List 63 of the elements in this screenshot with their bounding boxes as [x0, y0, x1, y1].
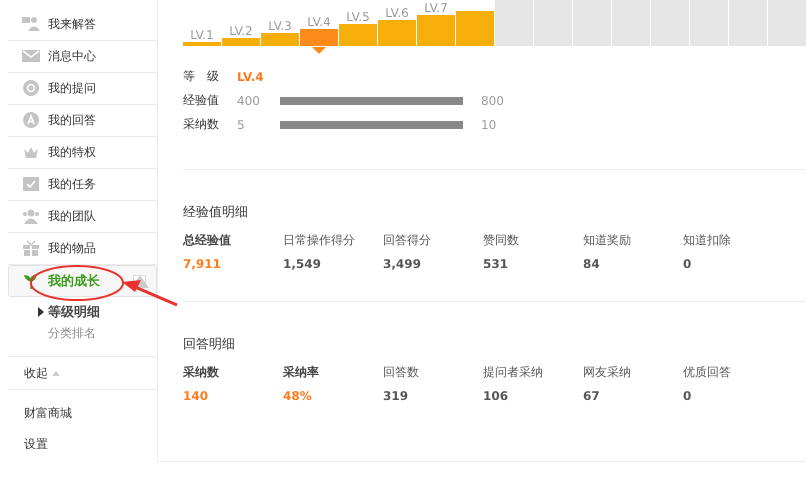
stat-label: 日常操作得分	[283, 232, 356, 249]
stat-label: 优质回答	[683, 364, 732, 381]
people-icon	[22, 208, 40, 225]
stat-value: 140	[183, 389, 210, 403]
stat-value: 7,911	[183, 257, 222, 271]
sidebar-item[interactable]: 消息中心	[8, 41, 157, 73]
sidebar-item[interactable]: 我的任务	[8, 169, 157, 201]
stat-label: 知道奖励	[583, 232, 632, 249]
section-title: 经验值明细	[183, 204, 249, 221]
stat-label: 知道扣除	[683, 232, 732, 249]
stat-label: 采纳数	[183, 364, 220, 381]
submenu-item[interactable]: 分类排名	[38, 325, 157, 342]
pointer-icon	[312, 46, 326, 54]
grade-value: LV.4	[237, 70, 264, 84]
person-chat-icon	[22, 16, 40, 33]
sidebar-link[interactable]: 设置	[24, 436, 48, 453]
stat-value: 67	[583, 389, 601, 403]
up-arrow-icon	[52, 370, 60, 376]
annotation-arrow	[122, 280, 178, 306]
stat-value: 106	[483, 389, 510, 403]
stat-label: 网友采纳	[583, 364, 632, 381]
collapse-link[interactable]: 收起	[24, 364, 48, 382]
grade-label: 等 级	[183, 68, 220, 85]
checkbox-icon	[22, 176, 40, 193]
stat-value: 0	[683, 257, 692, 271]
level-label: LV.5	[346, 10, 370, 24]
sidebar-item[interactable]: 我的团队	[8, 201, 157, 233]
progress-current: 5	[237, 118, 246, 132]
stat-label: 回答数	[383, 364, 420, 381]
gift-icon	[22, 240, 40, 257]
caret-icon	[38, 307, 44, 317]
progress-label: 经验值	[183, 92, 220, 109]
sidebar-link[interactable]: 财富商城	[24, 405, 72, 422]
progress-target: 800	[481, 94, 504, 108]
stat-value: 0	[683, 389, 692, 403]
level-label: LV.6	[385, 6, 409, 20]
stat-value: 48%	[283, 389, 313, 403]
submenu-item[interactable]: 等级明细	[38, 303, 157, 321]
a-circle-icon	[22, 112, 40, 129]
stat-value: 84	[583, 257, 601, 271]
stat-label: 采纳率	[283, 364, 320, 381]
sidebar-item[interactable]: 我来解答	[8, 9, 157, 41]
section-title: 回答明细	[183, 336, 236, 353]
sidebar-item[interactable]: 我的特权	[8, 137, 157, 169]
level-label: LV.4	[307, 14, 331, 28]
stat-label: 赞同数	[483, 232, 520, 249]
stat-value: 1,549	[283, 257, 322, 271]
progress-target: 10	[481, 118, 496, 132]
stat-label: 回答得分	[383, 232, 432, 249]
level-label: LV.2	[229, 24, 253, 38]
sidebar-item[interactable]: 我的提问	[8, 73, 157, 105]
level-label: LV.1	[190, 28, 214, 42]
progress-current: 400	[237, 94, 261, 108]
level-label: LV.3	[268, 19, 292, 33]
stat-value: 531	[483, 257, 510, 271]
stat-value: 3,499	[383, 257, 422, 271]
progress-label: 采纳数	[183, 116, 220, 133]
sidebar-item[interactable]: 我的回答	[8, 105, 157, 137]
envelope-icon	[22, 48, 40, 65]
stat-value: 319	[383, 389, 410, 403]
level-label: LV.7	[424, 1, 448, 15]
stat-label: 提问者采纳	[483, 364, 544, 381]
stat-label: 总经验值	[183, 232, 232, 249]
